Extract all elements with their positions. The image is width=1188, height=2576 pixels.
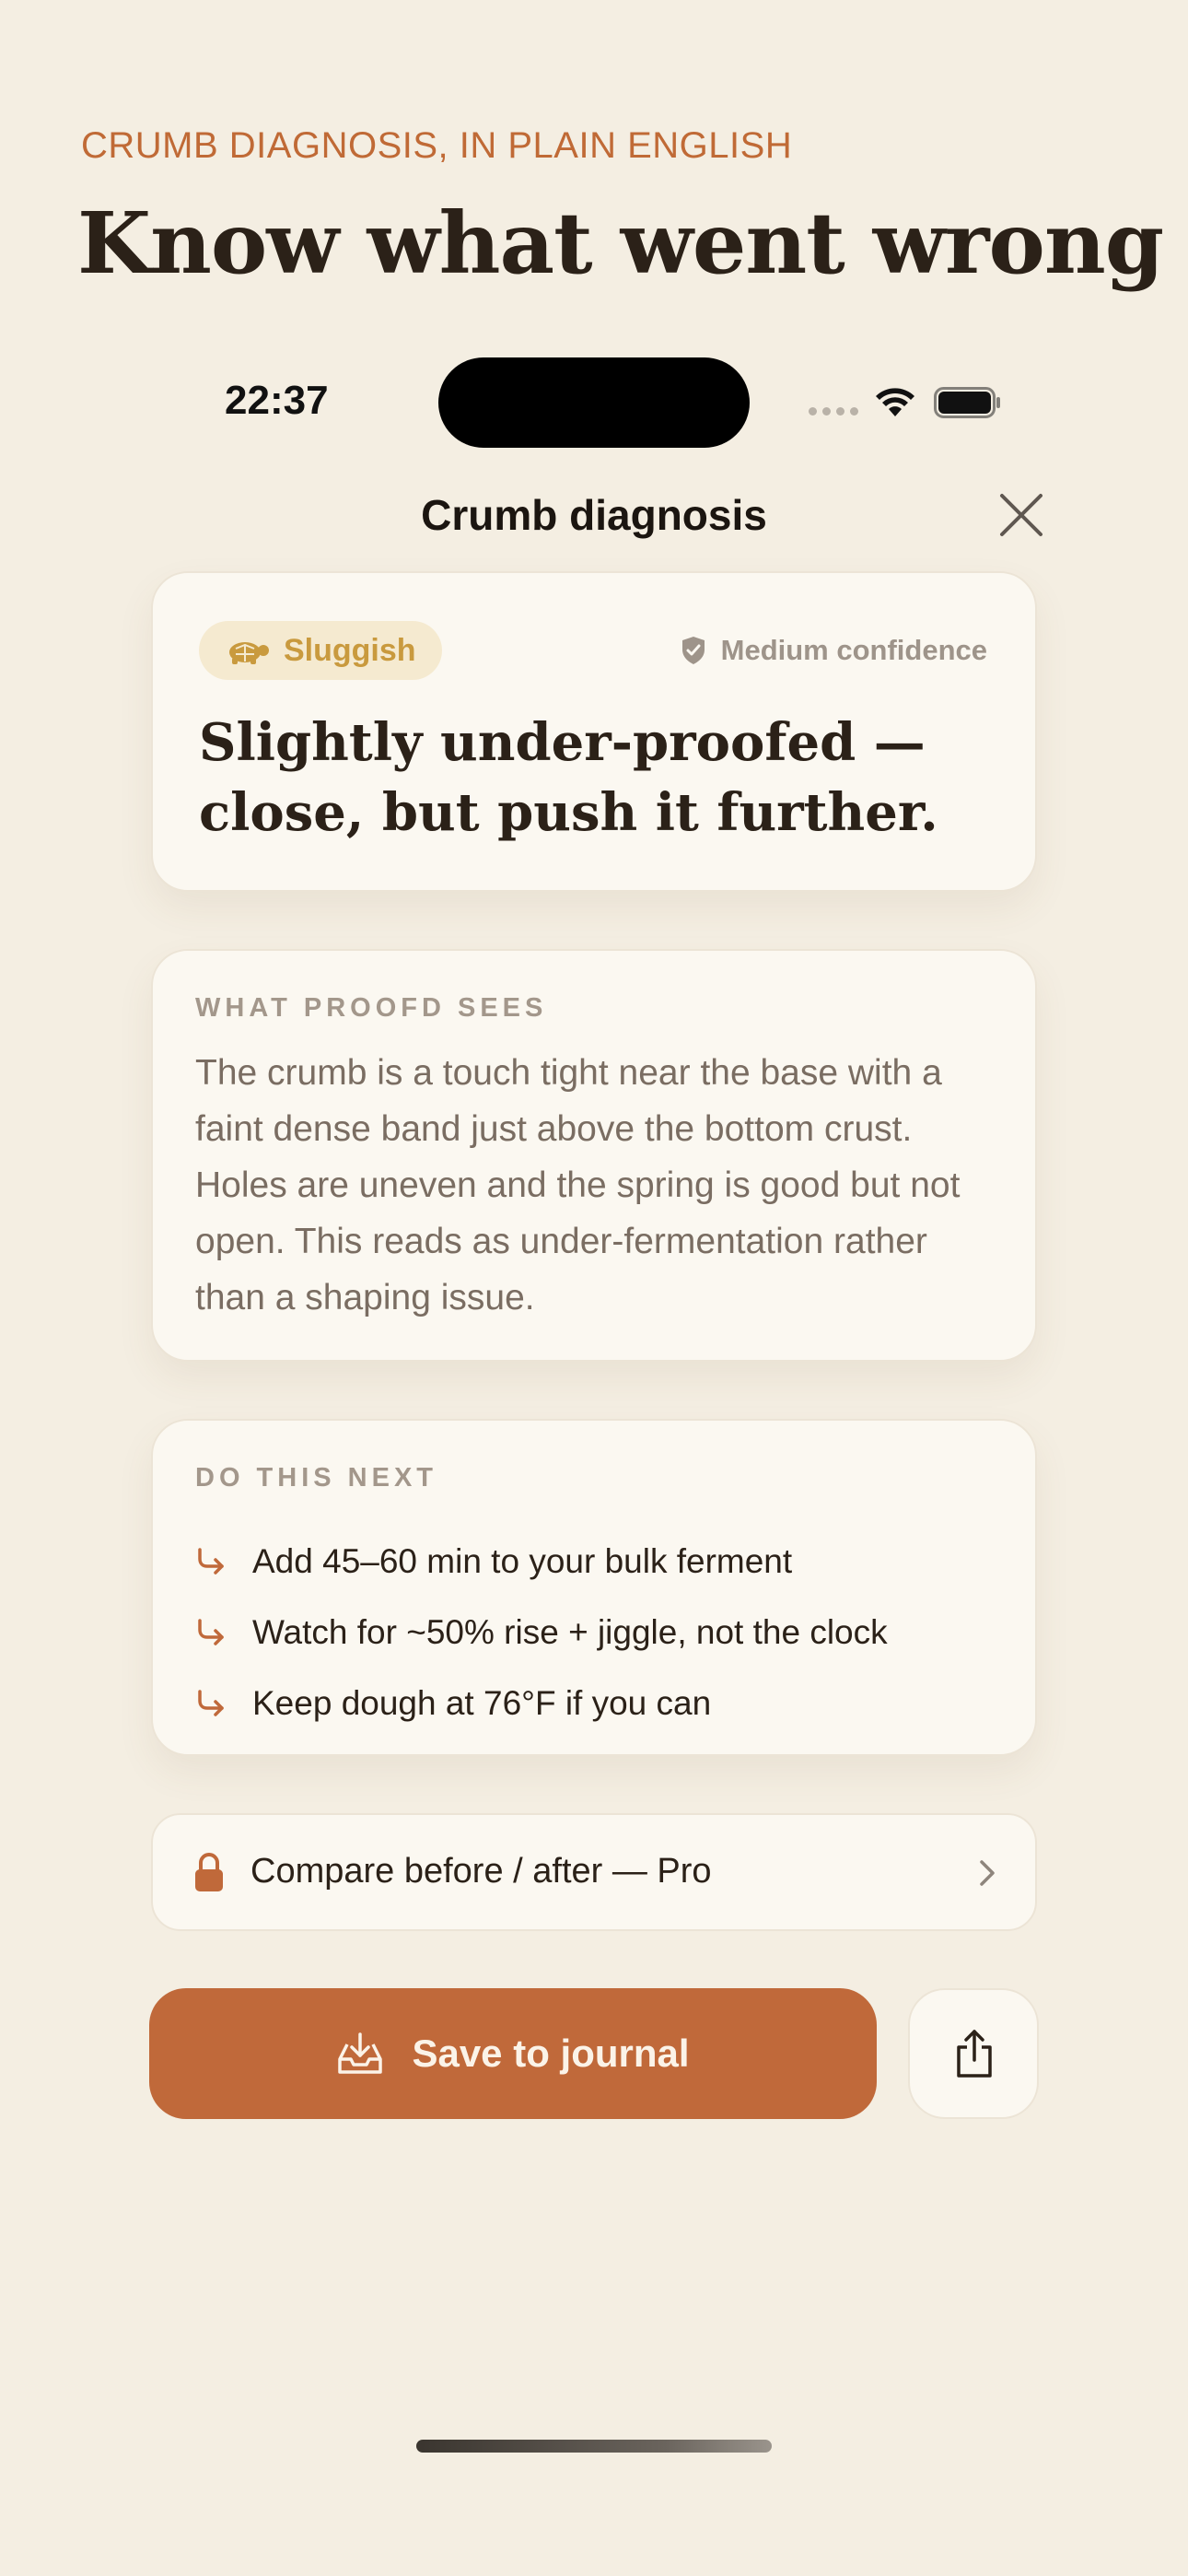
list-item: Keep dough at 76°F if you can xyxy=(195,1668,888,1739)
list-item: Add 45–60 min to your bulk ferment xyxy=(195,1526,888,1597)
verdict-title: Slightly under-proofed — close, but push… xyxy=(199,712,938,843)
confidence-label: Medium confidence xyxy=(720,634,987,666)
step-text: Keep dough at 76°F if you can xyxy=(252,1683,712,1722)
observation-card: WHAT PROOFD SEES The crumb is a touch ti… xyxy=(151,949,1037,1362)
arrow-turn-icon xyxy=(198,1689,224,1716)
tray-download-icon xyxy=(338,2032,383,2074)
chevron-right-icon xyxy=(980,1860,995,1886)
battery-icon xyxy=(934,387,1000,418)
turtle-icon xyxy=(229,642,269,664)
save-button-label: Save to journal xyxy=(412,2032,690,2075)
share-icon xyxy=(957,2030,992,2078)
step-text: Add 45–60 min to your bulk ferment xyxy=(252,1541,793,1580)
status-badge-label: Sluggish xyxy=(284,632,416,668)
headline: Know what went wrong xyxy=(77,193,1164,293)
observation-label: WHAT PROOFD SEES xyxy=(195,993,548,1023)
lock-icon xyxy=(195,1853,223,1891)
close-icon[interactable] xyxy=(996,490,1046,540)
observation-text: The crumb is a touch tight near the base… xyxy=(195,1053,961,1317)
step-text: Watch for ~50% rise + jiggle, not the cl… xyxy=(252,1612,888,1651)
wifi-icon xyxy=(876,388,914,416)
confidence-indicator: Medium confidence xyxy=(681,634,987,667)
verdict-card: Sluggish Medium confidence Slightly unde… xyxy=(151,571,1037,892)
next-steps-card: DO THIS NEXT Add 45–60 min to your bulk … xyxy=(151,1419,1037,1756)
shield-icon xyxy=(681,637,705,664)
next-steps-list: Add 45–60 min to your bulk ferment Watch… xyxy=(195,1526,888,1739)
compare-pro-row[interactable]: Compare before / after — Pro xyxy=(151,1813,1037,1931)
next-steps-label: DO THIS NEXT xyxy=(195,1463,438,1493)
save-to-journal-button[interactable]: Save to journal xyxy=(149,1988,877,2119)
arrow-turn-icon xyxy=(198,1618,224,1645)
eyebrow-label: CRUMB DIAGNOSIS, IN PLAIN ENGLISH xyxy=(81,125,793,166)
status-time: 22:37 xyxy=(225,378,329,423)
list-item: Watch for ~50% rise + jiggle, not the cl… xyxy=(195,1597,888,1668)
compare-label: Compare before / after — Pro xyxy=(250,1852,712,1891)
dynamic-island xyxy=(438,357,750,448)
arrow-turn-icon xyxy=(198,1547,224,1575)
signal-icon xyxy=(809,407,858,416)
share-button[interactable] xyxy=(908,1988,1039,2119)
home-indicator[interactable] xyxy=(416,2440,772,2453)
status-badge: Sluggish xyxy=(199,621,442,680)
